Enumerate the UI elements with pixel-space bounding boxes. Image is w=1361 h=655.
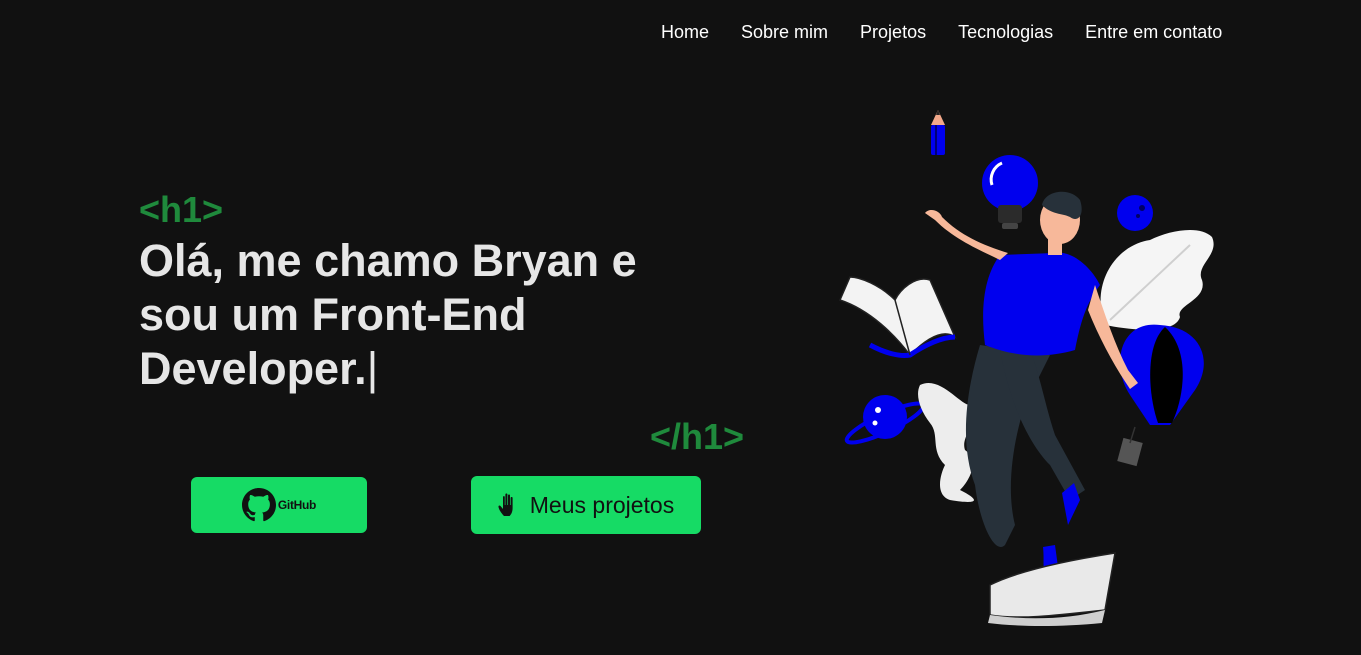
nav-contact[interactable]: Entre em contato [1085, 20, 1222, 44]
balloon-icon [1117, 324, 1204, 467]
typing-cursor: | [366, 343, 379, 394]
hero-headline-text: Olá, me chamo Bryan e sou um Front-End D… [139, 235, 637, 394]
leaf-shape [1100, 229, 1214, 330]
github-icon [241, 488, 276, 522]
nav-about[interactable]: Sobre mim [741, 20, 828, 44]
top-navigation: Home Sobre mim Projetos Tecnologias Entr… [661, 20, 1222, 44]
lightbulb-icon [982, 155, 1038, 229]
my-projects-button-label: Meus projetos [529, 491, 675, 518]
ball-icon [1117, 195, 1153, 231]
developer-illustration [838, 110, 1214, 626]
pencil-icon [931, 110, 945, 155]
book-icon [838, 276, 957, 358]
github-button-label: GitHub [277, 498, 317, 512]
github-button[interactable]: GitHub [191, 477, 367, 533]
my-projects-button[interactable]: Meus projetos [471, 476, 701, 534]
nav-technologies[interactable]: Tecnologias [958, 20, 1053, 44]
hero-headline: Olá, me chamo Bryan e sou um Front-End D… [139, 234, 699, 396]
waving-hand-icon [498, 492, 522, 518]
planet-icon [844, 395, 926, 445]
h1-close-tag: </h1> [650, 416, 745, 457]
page: Home Sobre mim Projetos Tecnologias Entr… [0, 0, 1361, 655]
cloud-shape [918, 382, 974, 502]
person-illustration [925, 191, 1138, 575]
nav-home[interactable]: Home [661, 20, 709, 44]
h1-open-tag: <h1> [139, 189, 224, 230]
nav-projects[interactable]: Projetos [860, 20, 926, 44]
